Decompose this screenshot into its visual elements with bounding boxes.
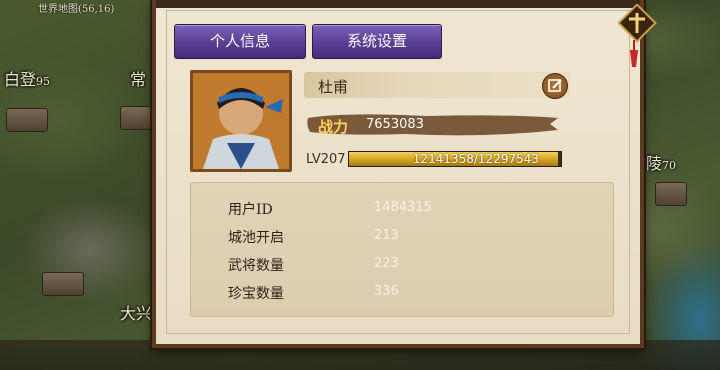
stat-value-treasures: 336 — [374, 284, 399, 299]
map-label: 常 — [130, 70, 147, 89]
map-label: 大兴 — [120, 304, 153, 323]
stat-value-generals: 223 — [374, 256, 399, 271]
stat-value-cities: 213 — [374, 228, 399, 243]
hero-portrait[interactable] — [190, 70, 292, 172]
edit-name-button[interactable] — [542, 73, 568, 99]
level-label: LV207 — [306, 152, 346, 167]
map-city[interactable] — [42, 272, 84, 296]
stat-label-user-id: 用户ID — [228, 202, 273, 218]
stat-label-generals: 武将数量 — [228, 258, 284, 274]
edit-icon — [548, 79, 562, 92]
panel-top-bar — [156, 0, 640, 8]
map-city[interactable] — [6, 108, 48, 132]
tassel-icon — [630, 40, 638, 67]
power-value: 7653083 — [366, 117, 424, 132]
tab-system-settings[interactable]: 系统设置 — [312, 24, 442, 59]
stat-value-user-id: 1484315 — [374, 200, 432, 215]
xp-text: 12141358/12297543 — [412, 152, 539, 166]
stat-label-treasures: 珍宝数量 — [228, 286, 284, 302]
map-label: 白登95 — [4, 70, 51, 89]
map-label: 陵70 — [646, 154, 677, 173]
stat-label-cities: 城池开启 — [228, 230, 284, 246]
power-label: 战力 — [318, 118, 349, 136]
hero-portrait-icon — [193, 73, 289, 169]
map-coordinates: 世界地图(56,16) — [38, 4, 115, 15]
map-city[interactable] — [655, 182, 687, 206]
tab-personal-info[interactable]: 个人信息 — [174, 24, 306, 59]
close-icon[interactable] — [618, 4, 658, 44]
xp-bar: 12141358/12297543 — [348, 151, 562, 167]
player-name: 杜甫 — [318, 78, 349, 96]
